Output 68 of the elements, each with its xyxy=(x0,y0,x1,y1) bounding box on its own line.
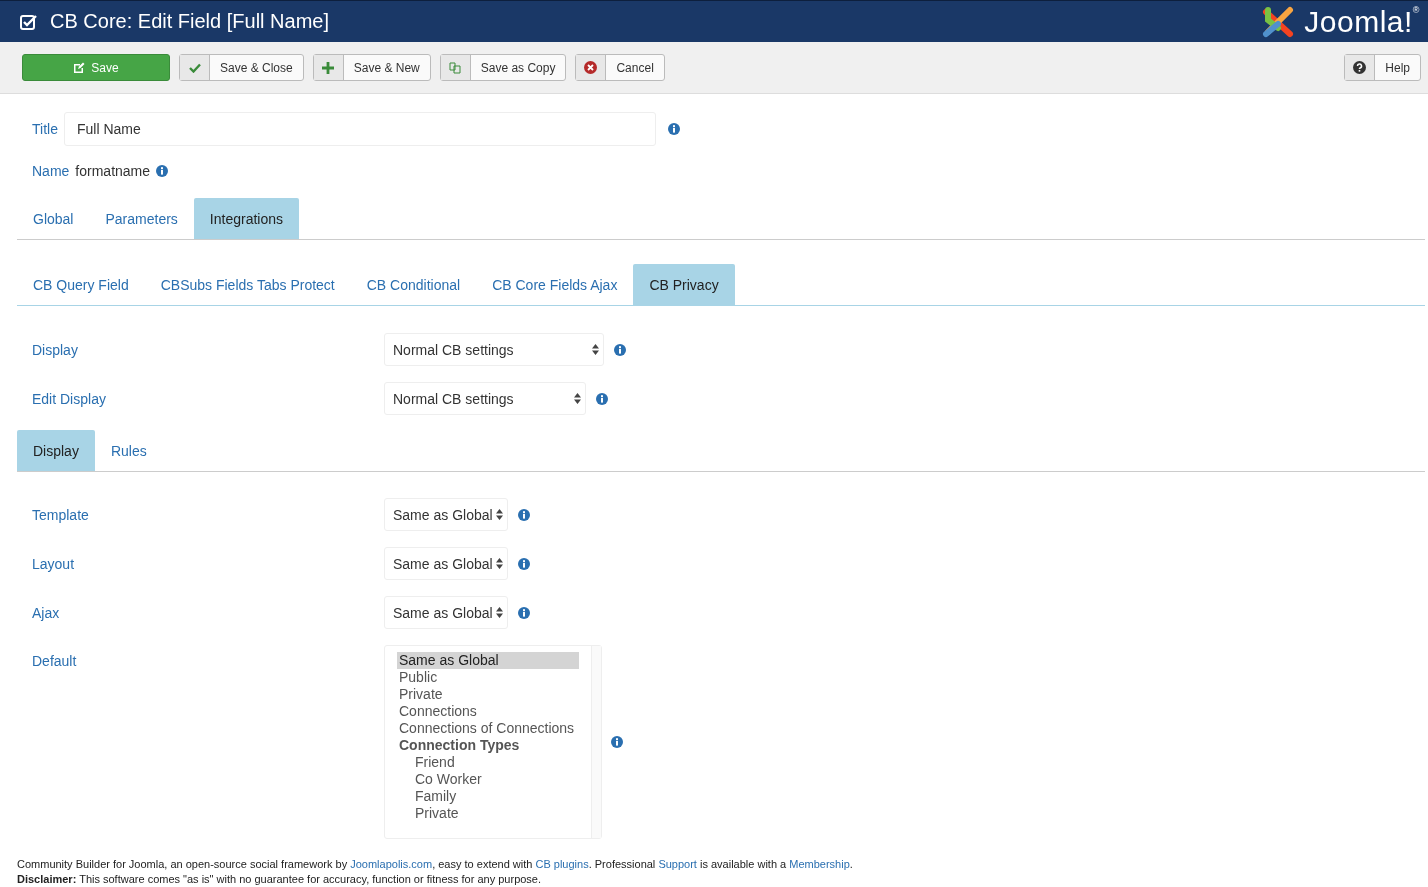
option-group-label: Connection Types xyxy=(398,737,521,754)
footer-link[interactable]: CB plugins xyxy=(535,858,589,870)
footer-link[interactable]: Support xyxy=(658,858,697,870)
list-option[interactable]: Private xyxy=(397,805,579,822)
info-icon xyxy=(614,343,626,356)
field-label: Name xyxy=(32,163,70,179)
help-icon xyxy=(1353,61,1367,74)
field-label: Title xyxy=(32,121,58,137)
disclaimer-text: Disclaimer: This software comes "as is" with no guarantee for accuracy, function or fitness for any purpose. xyxy=(17,872,543,887)
select-field[interactable]: Same as Global xyxy=(384,596,508,629)
list-option[interactable]: Public xyxy=(397,669,579,686)
list-option[interactable]: Same as Global xyxy=(397,652,579,669)
list-option[interactable]: Family xyxy=(397,788,579,805)
field-label: Ajax xyxy=(32,604,61,621)
toolbar-button[interactable]: Save & New xyxy=(312,54,431,81)
tab[interactable]: Global xyxy=(17,198,90,239)
select-field[interactable]: Normal CB settings xyxy=(384,333,604,366)
credits-text: Community Builder for Joomla, an open-source social framework by Joomlapolis.com, easy to extend with CB plugins. Professional Support is available with a Membership. xyxy=(17,857,854,872)
select-field[interactable]: Same as Global xyxy=(384,547,508,580)
select-field[interactable]: Same as Global xyxy=(384,498,508,531)
logo-text: Joomla!$^{®}$ xyxy=(1304,4,1420,39)
info-icon xyxy=(518,557,530,570)
tab[interactable]: Rules xyxy=(94,430,163,471)
tab[interactable]: CBSubs Fields Tabs Protect xyxy=(144,264,351,305)
updown-arrows-icon xyxy=(496,509,503,520)
toolbar-button[interactable]: Cancel xyxy=(575,54,665,81)
tab[interactable]: CB Privacy xyxy=(633,264,735,305)
updown-arrows-icon xyxy=(574,393,581,404)
field-label: Default xyxy=(32,653,78,669)
updown-arrows-icon xyxy=(496,558,503,569)
field-label: Layout xyxy=(32,555,76,572)
updown-arrows-icon xyxy=(592,344,599,355)
list-option[interactable]: Co Worker xyxy=(397,771,579,788)
info-icon xyxy=(518,508,530,521)
tab[interactable]: CB Conditional xyxy=(350,264,477,305)
field-label: Edit Display xyxy=(32,390,107,407)
list-option[interactable]: Connections of Connections xyxy=(397,720,579,737)
select-field[interactable]: Normal CB settings xyxy=(384,382,586,415)
field-value: formatname xyxy=(75,163,151,179)
info-icon xyxy=(518,606,530,619)
info-icon xyxy=(667,123,680,135)
tab[interactable]: CB Query Field xyxy=(17,264,145,305)
page-title: CB Core: Edit Field [Full Name] xyxy=(50,10,329,33)
info-icon xyxy=(611,736,623,748)
footer-link[interactable]: Membership xyxy=(789,858,850,870)
field-label: Template xyxy=(32,506,90,523)
checkbox-icon xyxy=(20,13,38,30)
check-icon xyxy=(188,62,201,73)
copy-icon xyxy=(449,61,462,74)
tab[interactable]: Integrations xyxy=(193,198,299,239)
title-input[interactable]: Full Name xyxy=(63,112,656,146)
plus-icon xyxy=(322,61,335,74)
list-option[interactable]: Connections xyxy=(397,703,579,720)
tab[interactable]: Parameters xyxy=(89,198,194,239)
list-option[interactable]: Friend xyxy=(397,754,579,771)
edit-icon xyxy=(73,61,86,74)
tab[interactable]: Display xyxy=(17,430,95,471)
updown-arrows-icon xyxy=(496,607,503,618)
cancel-icon xyxy=(584,61,598,74)
info-icon xyxy=(156,165,169,177)
help-button[interactable]: Help xyxy=(1344,54,1421,81)
list-option[interactable]: Private xyxy=(397,686,579,703)
field-label: Display xyxy=(32,341,79,358)
toolbar-button[interactable]: Save & Close xyxy=(179,54,304,81)
tab[interactable]: CB Core Fields Ajax xyxy=(476,264,634,305)
list-box[interactable]: Same as Global Public Private Connections Connections of Connections Connection Types Friend Co Worker Family Private xyxy=(384,645,602,839)
toolbar-button[interactable]: Save as Copy xyxy=(439,54,567,81)
info-icon xyxy=(596,392,608,405)
